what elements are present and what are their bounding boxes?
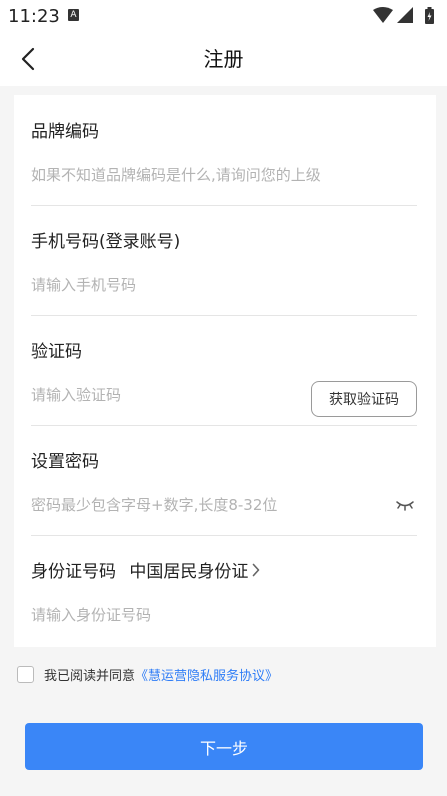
id-type-selector[interactable]: 中国居民身份证 — [129, 557, 260, 582]
verify-code-field: 验证码 获取验证码 — [31, 315, 417, 426]
brand-code-field: 品牌编码 — [31, 95, 417, 206]
id-number-field: 身份证号码 中国居民身份证 — [31, 535, 417, 645]
id-number-label: 身份证号码 — [31, 562, 116, 582]
chevron-right-icon — [253, 563, 260, 576]
chevron-left-icon — [21, 47, 35, 71]
nav-bar: 注册 — [0, 32, 447, 86]
password-field: 设置密码 — [31, 425, 417, 536]
agreement-row: 我已阅读并同意 《慧运营隐私服务协议》 — [17, 664, 278, 684]
phone-input[interactable] — [31, 271, 311, 299]
brand-code-label: 品牌编码 — [31, 122, 99, 142]
page-title: 注册 — [203, 47, 244, 71]
verify-code-input[interactable] — [31, 381, 271, 409]
password-input[interactable] — [31, 491, 371, 519]
brand-code-input[interactable] — [31, 161, 401, 189]
password-label: 设置密码 — [31, 452, 99, 472]
register-form: 品牌编码 手机号码(登录账号) 验证码 获取验证码 设置密码 身份证号码 中国居… — [14, 95, 436, 647]
wifi-icon — [373, 7, 393, 23]
status-bar: 11:23 A — [0, 0, 447, 32]
get-verify-code-button[interactable]: 获取验证码 — [311, 381, 417, 417]
signal-icon — [397, 7, 413, 23]
back-button[interactable] — [12, 42, 44, 76]
phone-label: 手机号码(登录账号) — [31, 232, 181, 252]
agreement-text: 我已阅读并同意 — [44, 668, 136, 684]
battery-icon — [425, 7, 434, 24]
privacy-agreement-link[interactable]: 《慧运营隐私服务协议》 — [135, 665, 278, 684]
notification-a-icon: A — [68, 9, 79, 21]
agree-checkbox[interactable] — [17, 665, 34, 683]
phone-field: 手机号码(登录账号) — [31, 205, 417, 316]
next-step-button[interactable]: 下一步 — [25, 723, 423, 770]
status-indicators — [373, 7, 439, 25]
id-type-value: 中国居民身份证 — [129, 562, 249, 582]
status-time: 11:23 — [8, 6, 60, 27]
id-number-input[interactable] — [31, 601, 311, 629]
eye-closed-icon[interactable] — [395, 497, 415, 513]
verify-code-label: 验证码 — [31, 342, 82, 362]
id-number-label-row: 身份证号码 中国居民身份证 — [31, 557, 260, 582]
